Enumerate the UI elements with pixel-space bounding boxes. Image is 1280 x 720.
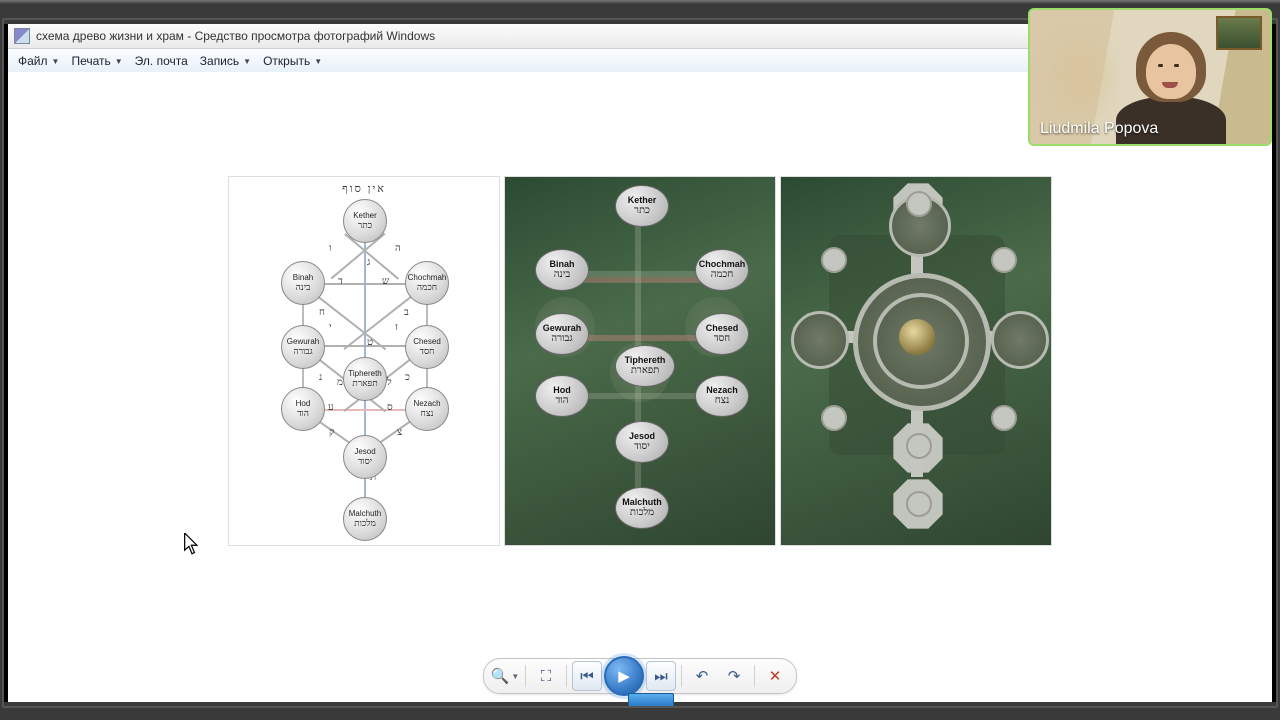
sephira-tiphereth: Tipherethתפארת	[343, 357, 387, 401]
sephira-gewurah: Gewurahגבורה	[281, 325, 325, 369]
rotate-cw-icon: ↷	[728, 667, 741, 685]
sephira-nezach: Nezachנצח	[405, 387, 449, 431]
panel-tree-diagram: אין סוף	[228, 176, 500, 546]
overlay-chesed: Chesedחסד	[695, 313, 749, 355]
panel-temple-plan	[780, 176, 1052, 546]
slideshow-button[interactable]: ▶	[604, 656, 644, 696]
zoom-button[interactable]: 🔍▼	[490, 662, 520, 690]
sephira-chesed: Chesedחסד	[405, 325, 449, 369]
menu-email[interactable]: Эл. почта	[129, 54, 194, 68]
rotate-ccw-button[interactable]: ↶	[687, 662, 717, 690]
rotate-ccw-icon: ↶	[696, 667, 709, 685]
app-icon	[14, 28, 30, 44]
overlay-hod: Hodהוד	[535, 375, 589, 417]
presenter-name: Liudmila Popova	[1040, 120, 1158, 138]
sephira-jesod: Jesodיסוד	[343, 435, 387, 479]
overlay-malchuth: Malchuthמלכות	[615, 487, 669, 529]
overlay-tiphereth: Tipherethתפארת	[615, 345, 675, 387]
overlay-binah: Binahבינה	[535, 249, 589, 291]
delete-icon: ✕	[769, 667, 782, 685]
sephira-hod: Hodהוד	[281, 387, 325, 431]
menu-burn[interactable]: Запись▼	[194, 54, 257, 68]
next-button[interactable]: ⏭	[646, 661, 676, 691]
play-icon: ▶	[618, 667, 630, 685]
rotate-cw-button[interactable]: ↷	[719, 662, 749, 690]
image-canvas: אין סוף	[8, 72, 1272, 650]
sephira-kether: Ketherכתר	[343, 199, 387, 243]
fit-icon: ⛶	[541, 668, 552, 685]
label-ein-sof: אין סוף	[229, 183, 499, 195]
menu-print[interactable]: Печать▼	[65, 54, 128, 68]
sephira-malchuth: Malchuthמלכות	[343, 497, 387, 541]
window-title: схема древо жизни и храм - Средство прос…	[36, 29, 435, 43]
prev-button[interactable]: ⏮	[572, 661, 602, 691]
taskbar-thumb[interactable]	[628, 693, 674, 706]
sephira-chochmah: Chochmahחכמה	[405, 261, 449, 305]
prev-icon: ⏮	[580, 668, 594, 685]
magnifier-icon: 🔍	[491, 667, 510, 685]
overlay-jesod: Jesodיסוד	[615, 421, 669, 463]
overlay-nezach: Nezachנצח	[695, 375, 749, 417]
menu-file[interactable]: Файл▼	[12, 54, 65, 68]
overlay-gewurah: Gewurahגבורה	[535, 313, 589, 355]
overlay-chochmah: Chochmahחכמה	[695, 249, 749, 291]
menu-open[interactable]: Открыть▼	[257, 54, 328, 68]
delete-button[interactable]: ✕	[760, 662, 790, 690]
fit-button[interactable]: ⛶	[531, 662, 561, 690]
next-icon: ⏭	[654, 668, 668, 685]
overlay-kether: Ketherכתר	[615, 185, 669, 227]
sephira-binah: Binahבינה	[281, 261, 325, 305]
panel-tree-overlay: Ketherכתר Chochmahחכמה Binahבינה Chesedח…	[504, 176, 776, 546]
webcam-overlay: Liudmila Popova	[1028, 8, 1272, 146]
